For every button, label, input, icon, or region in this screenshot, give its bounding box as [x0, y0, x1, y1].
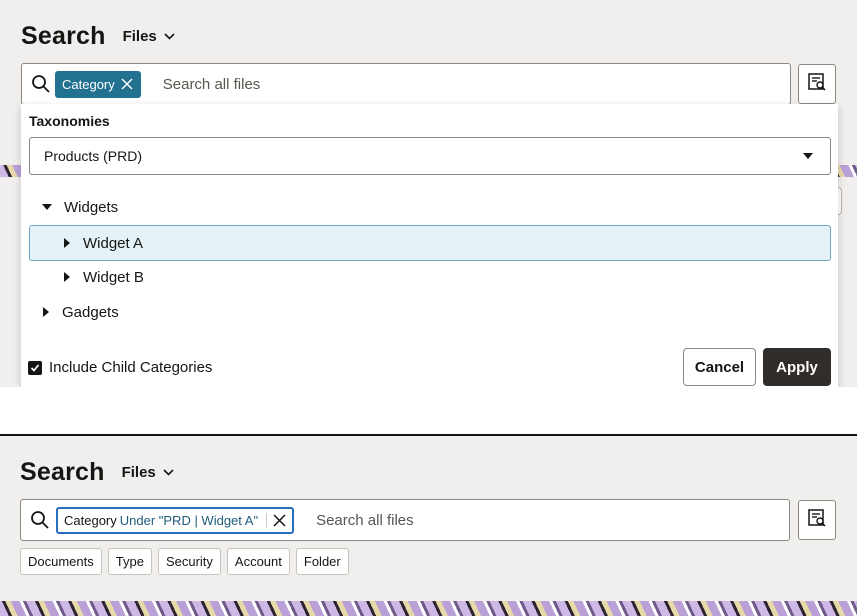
caret-right-icon[interactable] [64, 272, 70, 282]
caret-down-icon [803, 153, 813, 159]
filter-security-button[interactable]: Security [157, 548, 221, 575]
filter-button-row: Documents Type Security Account Folder [20, 548, 355, 575]
scope-dropdown-button[interactable]: Files [122, 464, 174, 481]
search-icon [28, 508, 52, 532]
chevron-down-icon [163, 469, 174, 476]
search-bar[interactable]: Category Under "PRD | Widget A" [20, 499, 790, 541]
page-title: Search [20, 458, 105, 486]
checkbox-checked-icon[interactable] [28, 360, 42, 375]
filter-documents-button[interactable]: Documents [20, 548, 102, 575]
chevron-down-icon [164, 33, 175, 40]
decorative-banner [0, 601, 857, 616]
advanced-search-icon [807, 508, 827, 533]
filter-folder-button[interactable]: Folder [295, 548, 349, 575]
tree-node-label: Widget B [83, 268, 144, 286]
scope-dropdown-button[interactable]: Files [123, 28, 175, 45]
caret-right-icon[interactable] [64, 238, 70, 248]
tree-node-label: Widgets [64, 198, 119, 216]
scope-label: Files [122, 28, 157, 45]
tree-node-widgets[interactable]: Widgets [29, 189, 831, 225]
chip-separator [266, 512, 268, 528]
search-icon [29, 72, 53, 96]
search-panel-after: Search Files Category Under "PRD | Widge… [0, 436, 857, 616]
category-picker-dropdown: Taxonomies Products (PRD) Widgets Widget… [21, 104, 838, 387]
advanced-search-button[interactable] [798, 64, 836, 104]
taxonomy-select[interactable]: Products (PRD) [29, 137, 831, 175]
scope-label: Files [121, 464, 156, 481]
filter-type-button[interactable]: Type [107, 548, 152, 575]
search-bar[interactable]: Category [21, 63, 791, 105]
dropdown-footer: Include Child Categories Cancel Apply [28, 348, 831, 386]
include-child-categories-label: Include Child Categories [49, 359, 213, 376]
tree-node-widget-b[interactable]: Widget B [29, 259, 831, 295]
advanced-search-icon [807, 72, 827, 97]
title-row: Search Files [20, 458, 174, 487]
category-chip[interactable]: Category [55, 70, 141, 98]
search-input[interactable] [316, 511, 717, 529]
cancel-button[interactable]: Cancel [683, 348, 756, 386]
title-row: Search Files [21, 22, 175, 51]
close-icon[interactable] [273, 513, 286, 527]
tree-node-label: Gadgets [62, 303, 119, 321]
include-child-categories-checkbox[interactable]: Include Child Categories [28, 359, 212, 376]
chip-category: Category [64, 512, 117, 528]
chip-label: Category [62, 76, 115, 92]
taxonomy-select-value: Products (PRD) [44, 148, 143, 164]
page-title: Search [21, 22, 106, 50]
apply-button[interactable]: Apply [763, 348, 831, 386]
category-filter-chip[interactable]: Category Under "PRD | Widget A" [56, 506, 295, 534]
caret-right-icon[interactable] [43, 307, 49, 317]
tree-node-widget-a[interactable]: Widget A [29, 225, 831, 261]
close-icon[interactable] [121, 78, 133, 90]
filter-account-button[interactable]: Account [226, 548, 290, 575]
tree-node-label: Widget A [83, 234, 144, 252]
tree-node-gadgets[interactable]: Gadgets [29, 294, 831, 330]
search-panel-before: Search Files Category Taxonomies Product… [0, 0, 857, 387]
chip-value: Under "PRD | Widget A" [119, 512, 259, 528]
advanced-search-button[interactable] [798, 500, 836, 540]
caret-down-icon[interactable] [42, 204, 52, 210]
search-input[interactable] [162, 75, 583, 93]
taxonomies-label: Taxonomies [29, 113, 110, 129]
